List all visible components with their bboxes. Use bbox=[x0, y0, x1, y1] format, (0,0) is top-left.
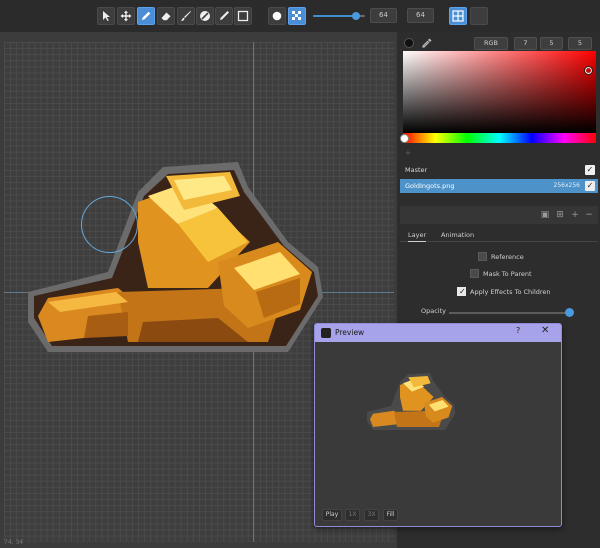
close-icon[interactable]: ✕ bbox=[541, 325, 549, 336]
round-brush-button[interactable] bbox=[268, 7, 286, 25]
color-g-field[interactable]: 5 bbox=[540, 37, 563, 50]
reference-checkbox-row[interactable]: Reference bbox=[478, 251, 524, 263]
rectangle-icon bbox=[237, 10, 249, 22]
layer-master-label: Master bbox=[405, 166, 428, 174]
pencil-tool-button[interactable] bbox=[137, 7, 155, 25]
cursor-position-readout: 74, 34 bbox=[4, 539, 24, 546]
add-layer-icon[interactable]: + bbox=[570, 210, 580, 220]
layer-name-label: GoldIngots.png bbox=[405, 182, 455, 190]
group-layer-icon[interactable]: ⊞ bbox=[555, 210, 565, 220]
current-color-swatch[interactable] bbox=[404, 38, 414, 48]
mask-to-parent-checkbox[interactable] bbox=[470, 268, 479, 278]
properties-tabs: Layer Animation bbox=[400, 229, 598, 242]
brush-size-slider[interactable] bbox=[313, 12, 365, 20]
brush-size-fill bbox=[313, 15, 356, 17]
move-tool-button[interactable] bbox=[117, 7, 135, 25]
move-arrows-icon bbox=[120, 10, 132, 22]
zoom-1x-button[interactable]: 1X bbox=[345, 509, 360, 521]
color-mode-button[interactable]: RGB bbox=[474, 37, 508, 50]
play-button[interactable]: Play bbox=[322, 509, 342, 521]
color-wheel-icon bbox=[200, 11, 210, 21]
layer-master[interactable]: Master ✓ bbox=[400, 163, 598, 177]
rect-tool-button[interactable] bbox=[234, 7, 252, 25]
preview-sprite bbox=[367, 373, 456, 430]
main-toolbar: 64 64 bbox=[0, 0, 600, 32]
preview-window[interactable]: Preview ? ✕ Play 1X 3X Fill bbox=[314, 323, 562, 527]
reference-label: Reference bbox=[491, 253, 524, 261]
arrow-cursor-icon bbox=[103, 11, 110, 21]
dither-icon bbox=[292, 11, 301, 20]
pen-icon bbox=[220, 11, 229, 20]
duplicate-layer-icon[interactable]: ▣ bbox=[540, 210, 550, 220]
opacity-label: Opacity bbox=[421, 307, 447, 315]
fill-tool-button[interactable] bbox=[196, 7, 214, 25]
mask-label: Mask To Parent bbox=[483, 270, 532, 278]
tab-layer[interactable]: Layer bbox=[408, 229, 427, 242]
eraser-icon bbox=[161, 12, 171, 21]
layer-goldingots[interactable]: GoldIngots.png 256x256 ✓ bbox=[400, 179, 598, 193]
reference-checkbox[interactable] bbox=[478, 251, 487, 261]
grid-toggle-button[interactable] bbox=[449, 7, 467, 25]
app-logo-icon bbox=[321, 328, 331, 338]
help-button[interactable]: ? bbox=[516, 326, 520, 335]
brush-tool-button[interactable] bbox=[177, 7, 195, 25]
grid-icon bbox=[452, 10, 464, 22]
tab-animation[interactable]: Animation bbox=[441, 229, 474, 242]
opacity-knob[interactable] bbox=[564, 308, 574, 317]
color-b-field[interactable]: 5 bbox=[568, 37, 592, 50]
canvas-height-field[interactable]: 64 bbox=[407, 8, 434, 23]
preview-title-bar[interactable]: Preview ? ✕ bbox=[315, 324, 561, 342]
preview-title: Preview bbox=[335, 328, 365, 337]
pen-tool-button[interactable] bbox=[215, 7, 233, 25]
zoom-3x-button[interactable]: 3X bbox=[364, 509, 379, 521]
layer-visibility-checkbox[interactable]: ✓ bbox=[585, 181, 595, 191]
hue-slider[interactable] bbox=[403, 133, 596, 143]
color-r-field[interactable]: 7 bbox=[514, 37, 537, 50]
hue-knob[interactable] bbox=[400, 134, 409, 143]
dither-brush-button[interactable] bbox=[288, 7, 306, 25]
brush-cursor bbox=[81, 196, 138, 253]
brush-size-knob[interactable] bbox=[351, 12, 360, 20]
layer-size-label: 256x256 bbox=[553, 182, 580, 189]
brush-icon bbox=[181, 11, 191, 21]
saturation-value-field[interactable] bbox=[403, 51, 596, 133]
eraser-tool-button[interactable] bbox=[157, 7, 175, 25]
add-swatch-icon[interactable]: + bbox=[405, 149, 411, 157]
eyedropper-icon[interactable] bbox=[421, 37, 433, 49]
pencil-icon bbox=[142, 11, 151, 20]
select-tool-button[interactable] bbox=[97, 7, 115, 25]
mask-checkbox-row[interactable]: Mask To Parent bbox=[470, 268, 532, 280]
apply-effects-label: Apply Effects To Children bbox=[470, 288, 551, 296]
apply-effects-checkbox-row[interactable]: Apply Effects To Children bbox=[457, 286, 551, 298]
canvas-width-field[interactable]: 64 bbox=[370, 8, 397, 23]
opacity-slider[interactable] bbox=[449, 312, 571, 314]
remove-layer-icon[interactable]: − bbox=[584, 210, 594, 220]
master-visibility-checkbox[interactable]: ✓ bbox=[585, 165, 595, 175]
color-field-knob[interactable] bbox=[584, 66, 593, 75]
apply-effects-checkbox[interactable] bbox=[457, 286, 466, 297]
circle-icon bbox=[272, 11, 282, 21]
fill-button[interactable]: Fill bbox=[383, 509, 398, 521]
toolbar-extra-button[interactable] bbox=[470, 7, 488, 25]
layer-actions-bar: ▣ ⊞ + − bbox=[400, 206, 598, 224]
